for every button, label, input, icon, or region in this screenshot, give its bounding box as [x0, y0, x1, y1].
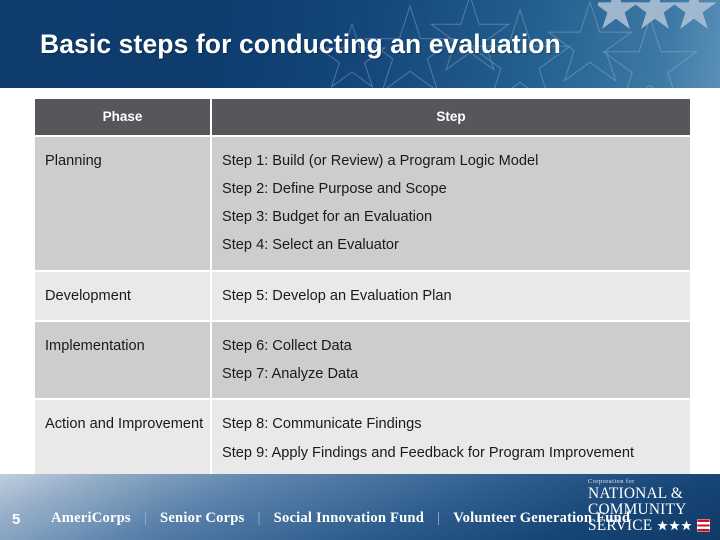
star-solid-icon	[657, 521, 669, 531]
step-line: Step 6: Collect Data	[222, 338, 352, 355]
logo-line-community: COMMUNITY	[588, 500, 687, 518]
column-header-step: Step	[212, 99, 690, 137]
header-solid-stars-decoration	[598, 0, 717, 29]
steps-table: Phase Step Planning Step 1: Build (or Re…	[35, 99, 690, 498]
star-solid-icon	[657, 520, 693, 531]
phase-cell-implementation: Implementation	[35, 322, 212, 401]
steps-table-container: Phase Step Planning Step 1: Build (or Re…	[35, 99, 690, 498]
star-solid-icon	[681, 521, 693, 531]
table-row: Development Step 5: Develop an Evaluatio…	[35, 272, 690, 323]
phase-cell-planning: Planning	[35, 137, 212, 272]
page-title: Basic steps for conducting an evaluation	[40, 28, 561, 59]
phase-cell-development: Development	[35, 272, 212, 323]
step-line: Step 4: Select an Evaluator	[222, 237, 399, 254]
step-line: Step 7: Analyze Data	[222, 366, 359, 383]
footer-program-social-innovation-fund: Social Innovation Fund	[273, 510, 425, 526]
step-line: Step 8: Communicate Findings	[222, 416, 422, 433]
step-line: Step 2: Define Purpose and Scope	[222, 181, 447, 198]
slide: Basic steps for conducting an evaluation…	[0, 0, 720, 540]
footer-program-americorps: AmeriCorps	[51, 510, 131, 526]
slide-footer-banner: 5 AmeriCorps | Senior Corps | Social Inn…	[0, 474, 720, 540]
step-line: Step 5: Develop an Evaluation Plan	[222, 288, 452, 304]
step-cell-development: Step 5: Develop an Evaluation Plan	[212, 272, 690, 323]
logo-line-service-row: SERVICE	[588, 516, 712, 534]
logo-line-service: SERVICE	[588, 516, 653, 534]
step-cell-implementation: Step 6: Collect Data Step 7: Analyze Dat…	[212, 322, 690, 401]
step-line: Step 9: Apply Findings and Feedback for …	[222, 444, 635, 461]
footer-program-senior-corps: Senior Corps	[160, 510, 245, 526]
table-header-row: Phase Step	[35, 99, 690, 137]
step-cell-planning: Step 1: Build (or Review) a Program Logi…	[212, 137, 690, 272]
step-line: Step 1: Build (or Review) a Program Logi…	[222, 153, 539, 169]
column-header-phase: Phase	[35, 99, 212, 137]
table-row: Implementation Step 6: Collect Data Step…	[35, 322, 690, 401]
footer-program-list: AmeriCorps | Senior Corps | Social Innov…	[38, 510, 643, 527]
table-row: Planning Step 1: Build (or Review) a Pro…	[35, 137, 690, 272]
star-solid-icon	[669, 521, 681, 531]
slide-header-banner: Basic steps for conducting an evaluation	[0, 0, 720, 88]
logo-line-national: NATIONAL &	[588, 484, 684, 502]
slide-number: 5	[12, 511, 21, 528]
flag-stripes-icon	[697, 519, 711, 533]
logo-corporation-for: Corporation for	[588, 477, 635, 485]
step-line: Step 3: Budget for an Evaluation	[222, 209, 433, 226]
cncs-logo: Corporation for NATIONAL & COMMUNITY SER…	[588, 477, 712, 534]
